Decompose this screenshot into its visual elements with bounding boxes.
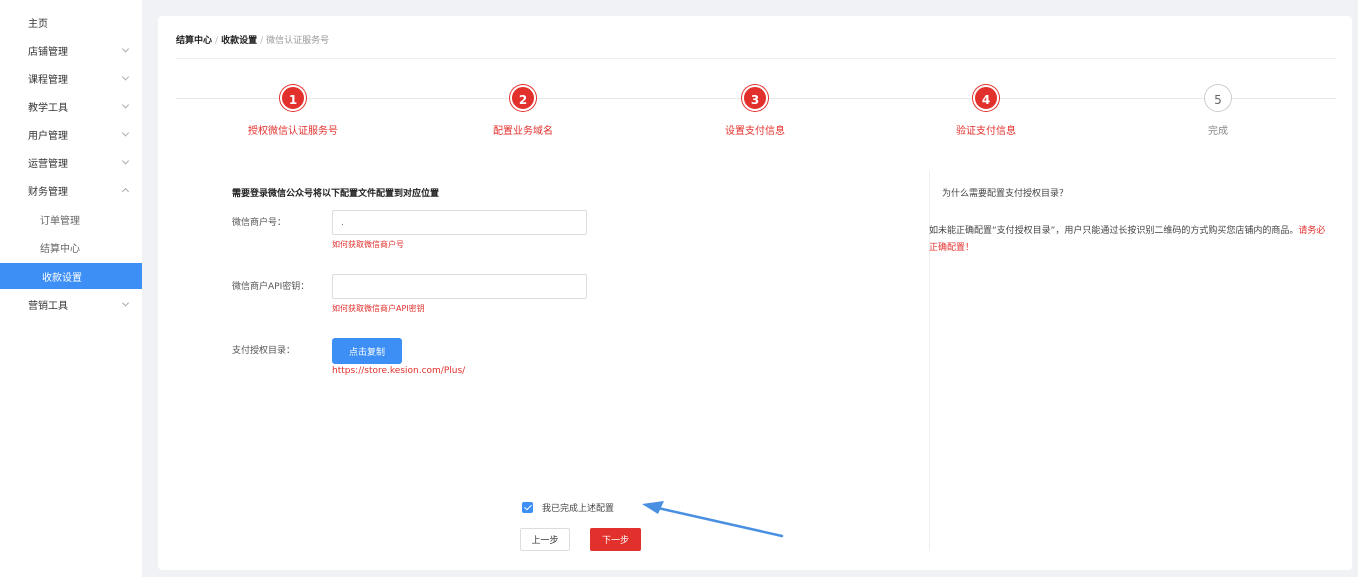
step-number: 5: [1205, 85, 1231, 111]
chevron-up-icon: [121, 187, 130, 196]
sidebar-item-teaching-tools[interactable]: 教学工具: [0, 93, 142, 119]
divider: [176, 58, 1336, 59]
api-key-input[interactable]: [332, 274, 587, 299]
sidebar-item-payment-settings[interactable]: 收款设置: [0, 263, 142, 289]
step-label: 完成: [1208, 126, 1228, 137]
merchant-id-input[interactable]: [332, 210, 587, 235]
chevron-down-icon: [121, 129, 130, 137]
step-3: 3 设置支付信息: [655, 85, 855, 137]
step-label: 授权微信认证服务号: [248, 126, 338, 137]
merchant-id-label: 微信商户号：: [232, 218, 287, 228]
step-number: 2: [510, 85, 536, 111]
breadcrumb-payment-settings[interactable]: 收款设置: [221, 36, 257, 46]
api-key-help-link[interactable]: 如何获取微信商户API密钥: [332, 303, 425, 314]
sidebar-item-marketing[interactable]: 营销工具: [0, 291, 142, 317]
checkbox-checked-icon[interactable]: [522, 502, 533, 513]
sidebar-item-label: 收款设置: [42, 272, 82, 284]
confirm-label: 我已完成上述配置: [542, 504, 615, 514]
step-number: 3: [742, 85, 768, 111]
info-title: 为什么需要配置支付授权目录？: [942, 189, 1069, 199]
sidebar-item-label: 订单管理: [40, 215, 80, 227]
step-5: 5 完成: [1118, 85, 1318, 137]
sidebar-item-label: 运营管理: [28, 158, 68, 170]
chevron-down-icon: [121, 299, 130, 307]
sidebar-item-orders[interactable]: 订单管理: [0, 206, 142, 232]
sidebar-item-settlement[interactable]: 结算中心: [0, 234, 142, 260]
sidebar-item-label: 主页: [28, 18, 48, 30]
chevron-down-icon: [121, 101, 130, 109]
sidebar-item-label: 财务管理: [28, 186, 68, 198]
step-label: 配置业务域名: [493, 126, 553, 137]
form-title: 需要登录微信公众号将以下配置文件配置到对应位置: [232, 189, 440, 199]
step-1: 1 授权微信认证服务号: [193, 85, 393, 137]
pay-dir-label: 支付授权目录：: [232, 346, 296, 356]
chevron-down-icon: [121, 157, 130, 165]
api-key-label: 微信商户API密钥：: [232, 282, 310, 292]
sidebar-item-label: 用户管理: [28, 130, 68, 142]
copy-button[interactable]: 点击复制: [332, 338, 402, 364]
sidebar-item-operations[interactable]: 运营管理: [0, 149, 142, 175]
sidebar-item-store[interactable]: 店铺管理: [0, 37, 142, 63]
prev-button[interactable]: 上一步: [520, 528, 570, 551]
sidebar-item-label: 教学工具: [28, 102, 68, 114]
sidebar-item-label: 店铺管理: [28, 46, 68, 58]
sidebar-item-label: 结算中心: [40, 243, 80, 255]
breadcrumb-current: 微信认证服务号: [266, 36, 330, 46]
chevron-down-icon: [121, 45, 130, 53]
step-4: 4 验证支付信息: [886, 85, 1086, 137]
breadcrumb-separator: /: [215, 36, 219, 46]
step-label: 验证支付信息: [956, 126, 1016, 137]
chevron-down-icon: [121, 73, 130, 81]
step-label: 设置支付信息: [725, 126, 785, 137]
sidebar-item-users[interactable]: 用户管理: [0, 121, 142, 147]
step-2: 2 配置业务域名: [423, 85, 623, 137]
sidebar-item-finance[interactable]: 财务管理: [0, 177, 142, 203]
info-body: 如未能正确配置“支付授权目录”，用户只能通过长按识别二维码的方式购买您店铺内的商…: [929, 223, 1334, 257]
info-text: 如未能正确配置“支付授权目录”，用户只能通过长按识别二维码的方式购买您店铺内的商…: [929, 226, 1299, 236]
pay-dir-url: https://store.kesion.com/Plus/: [332, 366, 466, 376]
sidebar-item-label: 课程管理: [28, 74, 68, 86]
step-number: 1: [280, 85, 306, 111]
breadcrumb-settlement[interactable]: 结算中心: [176, 36, 212, 46]
sidebar-item-courses[interactable]: 课程管理: [0, 65, 142, 91]
next-button[interactable]: 下一步: [590, 528, 641, 551]
breadcrumb: 结算中心 / 收款设置 / 微信认证服务号: [176, 33, 329, 46]
annotation-arrow-icon: [642, 501, 784, 538]
sidebar-item-home[interactable]: 主页: [0, 9, 142, 35]
merchant-id-help-link[interactable]: 如何获取微信商户号: [332, 239, 404, 250]
sidebar-item-label: 营销工具: [28, 300, 68, 312]
main-panel: 结算中心 / 收款设置 / 微信认证服务号 1 授权微信认证服务号 2 配置业务域名 3…: [158, 16, 1352, 570]
breadcrumb-separator: /: [260, 36, 264, 46]
confirm-checkbox[interactable]: 我已完成上述配置: [522, 501, 614, 514]
sidebar: 主页 店铺管理 课程管理 教学工具 用户管理 运营管理 财务管理 订单管理 结算…: [0, 0, 142, 577]
step-number: 4: [973, 85, 999, 111]
